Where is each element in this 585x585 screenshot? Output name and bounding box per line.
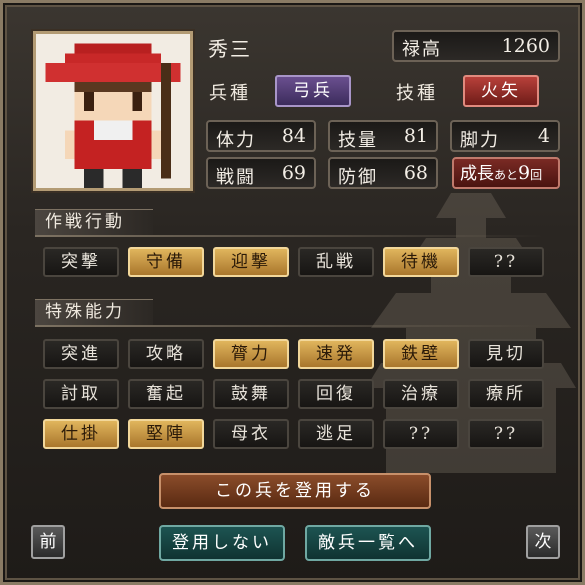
stat-label: 脚力 <box>460 130 500 151</box>
tactics-button-1[interactable]: 守備 <box>128 247 204 277</box>
unit-portrait <box>33 31 193 191</box>
stat-skill: 技量 81 <box>328 120 438 152</box>
stat-value: 68 <box>403 162 428 184</box>
stat-label: 防御 <box>338 167 378 188</box>
growth-remaining-label: あと <box>494 168 519 182</box>
stat-label: 体力 <box>216 130 256 151</box>
abilities-button-6[interactable]: 討取 <box>43 379 119 409</box>
stat-attack: 戦闘 69 <box>206 157 316 189</box>
tactics-button-3[interactable]: 乱戦 <box>298 247 374 277</box>
abilities-button-12[interactable]: 仕掛 <box>43 419 119 449</box>
prev-button[interactable]: 前 <box>31 525 65 559</box>
troop-type-label: 兵種 <box>209 83 251 104</box>
abilities-button-17[interactable]: ?? <box>468 419 544 449</box>
abilities-button-10[interactable]: 治療 <box>383 379 459 409</box>
abilities-button-7[interactable]: 奮起 <box>128 379 204 409</box>
abilities-section-title: 特殊能力 <box>35 299 545 327</box>
skill-type-label: 技種 <box>396 83 438 104</box>
stat-stamina: 体力 84 <box>206 120 316 152</box>
abilities-button-13[interactable]: 堅陣 <box>128 419 204 449</box>
growth-unit: 回 <box>530 168 543 182</box>
decline-button[interactable]: 登用しない <box>159 525 285 561</box>
unit-name: 秀三 <box>208 37 252 61</box>
stat-label: 戦闘 <box>216 167 256 188</box>
stat-defense: 防御 68 <box>328 157 438 189</box>
stat-speed: 脚力 4 <box>450 120 560 152</box>
tactics-button-5[interactable]: ?? <box>468 247 544 277</box>
stat-value: 81 <box>403 125 428 147</box>
abilities-button-15[interactable]: 逃足 <box>298 419 374 449</box>
next-button[interactable]: 次 <box>526 525 560 559</box>
stipend-label: 禄高 <box>402 39 442 60</box>
stat-value: 4 <box>537 125 550 147</box>
troop-type-badge: 弓兵 <box>275 75 351 107</box>
abilities-button-16[interactable]: ?? <box>383 419 459 449</box>
abilities-button-14[interactable]: 母衣 <box>213 419 289 449</box>
abilities-button-1[interactable]: 攻略 <box>128 339 204 369</box>
skill-type-badge: 火矢 <box>463 75 539 107</box>
abilities-button-2[interactable]: 膂力 <box>213 339 289 369</box>
unit-detail-panel: 秀三 禄高 1260 兵種 弓兵 技種 火矢 体力 84 技量 81 脚力 4 … <box>0 0 585 585</box>
stipend-value: 1260 <box>501 35 550 57</box>
tactics-section-title: 作戦行動 <box>35 209 545 237</box>
tactics-button-2[interactable]: 迎撃 <box>213 247 289 277</box>
stat-value: 84 <box>281 125 306 147</box>
stat-value: 69 <box>281 162 306 184</box>
tactics-button-4[interactable]: 待機 <box>383 247 459 277</box>
growth-badge: 成長あと9回 <box>452 157 560 189</box>
tactics-button-0[interactable]: 突撃 <box>43 247 119 277</box>
abilities-button-0[interactable]: 突進 <box>43 339 119 369</box>
abilities-button-5[interactable]: 見切 <box>468 339 544 369</box>
recruit-button[interactable]: この兵を登用する <box>159 473 431 509</box>
abilities-button-11[interactable]: 療所 <box>468 379 544 409</box>
abilities-button-8[interactable]: 鼓舞 <box>213 379 289 409</box>
abilities-button-4[interactable]: 鉄壁 <box>383 339 459 369</box>
archer-avatar-icon <box>36 34 190 188</box>
abilities-button-9[interactable]: 回復 <box>298 379 374 409</box>
growth-label: 成長 <box>460 164 494 184</box>
stipend-box: 禄高 1260 <box>392 30 560 62</box>
stat-label: 技量 <box>338 130 378 151</box>
enemy-list-button[interactable]: 敵兵一覧へ <box>305 525 431 561</box>
growth-count: 9 <box>518 162 531 184</box>
abilities-button-3[interactable]: 速発 <box>298 339 374 369</box>
